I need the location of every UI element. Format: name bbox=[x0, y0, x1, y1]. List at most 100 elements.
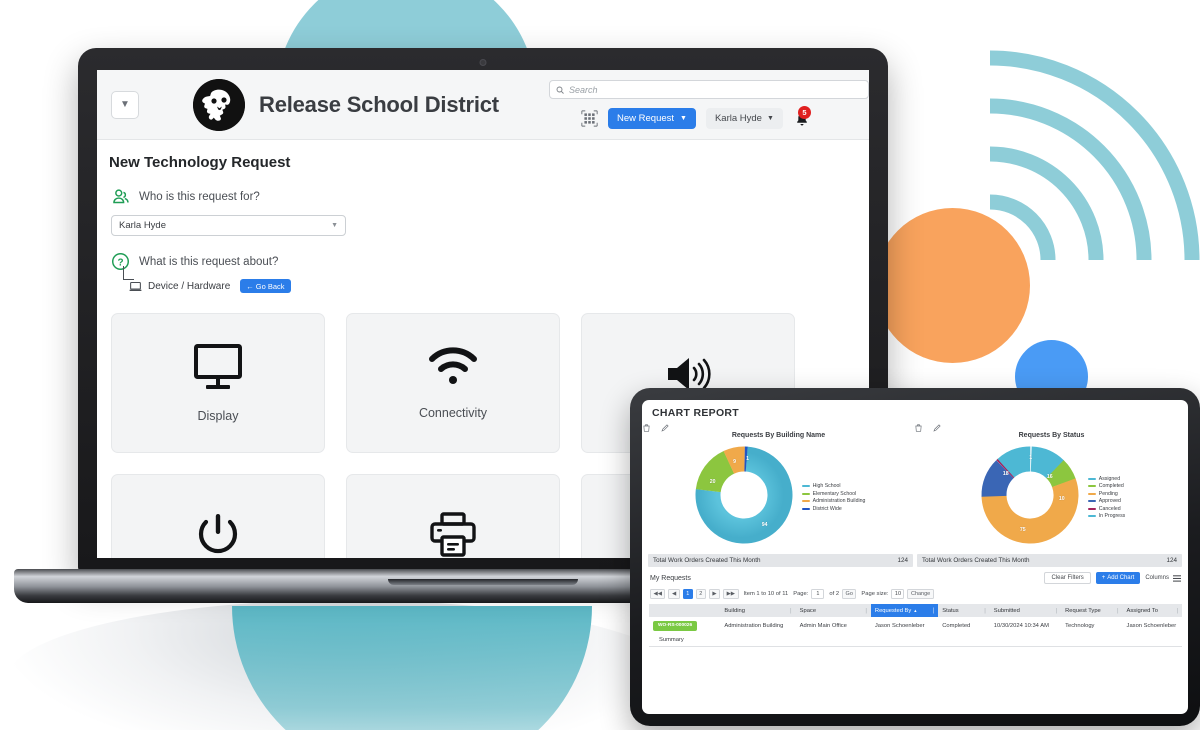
legend-label: District Wide bbox=[812, 505, 842, 512]
header-label: Status bbox=[942, 607, 959, 614]
question-who-label: Who is this request for? bbox=[139, 190, 260, 203]
page-prev-button[interactable]: ◀ bbox=[668, 589, 680, 599]
chart-panel-building: Requests By Building Name 94 20 9 1 High… bbox=[642, 419, 915, 552]
donut-label: 75 bbox=[1019, 527, 1026, 533]
table-header-assigned-to[interactable]: Assigned To | bbox=[1123, 608, 1182, 614]
donut-row-building: 94 20 9 1 High School Elementary School … bbox=[642, 443, 915, 552]
legend-swatch bbox=[1087, 492, 1096, 495]
my-requests-actions: Clear Filters + Add Chart Columns bbox=[1044, 572, 1181, 584]
legend-item[interactable]: Administration Building bbox=[801, 498, 865, 504]
legend-item[interactable]: Assigned bbox=[1087, 476, 1126, 482]
tile-printer[interactable] bbox=[346, 474, 560, 558]
pencil-icon[interactable] bbox=[661, 424, 669, 432]
tile-power[interactable] bbox=[111, 474, 325, 558]
clear-filters-button[interactable]: Clear Filters bbox=[1044, 572, 1091, 584]
page-2-button[interactable]: 2 bbox=[695, 589, 706, 599]
trash-icon[interactable] bbox=[915, 424, 922, 432]
laptop-icon bbox=[129, 281, 142, 291]
add-chart-button[interactable]: + Add Chart bbox=[1095, 572, 1141, 584]
question-about-label: What is this request about? bbox=[139, 255, 279, 268]
column-divider-icon: | bbox=[984, 607, 986, 614]
chart-panels: Requests By Building Name 94 20 9 1 High… bbox=[642, 419, 1188, 552]
table-header-requested-by[interactable]: Requested By ▲ | bbox=[870, 604, 939, 617]
tile-display[interactable]: Display bbox=[111, 313, 325, 453]
legend-item[interactable]: Pending bbox=[1087, 491, 1126, 497]
total-value: 124 bbox=[897, 557, 908, 564]
legend-label: Canceled bbox=[1098, 505, 1121, 512]
columns-button[interactable]: Columns bbox=[1145, 574, 1181, 582]
notification-badge: 5 bbox=[797, 105, 811, 119]
tile-label: Display bbox=[197, 409, 239, 423]
legend-item[interactable]: High School bbox=[801, 483, 866, 489]
laptop-camera-icon bbox=[479, 59, 487, 66]
legend-item[interactable]: Approved bbox=[1087, 498, 1126, 504]
page-1-button[interactable]: 1 bbox=[682, 589, 693, 599]
my-requests-title: My Requests bbox=[650, 574, 691, 582]
chart-report-title: CHART REPORT bbox=[652, 407, 740, 419]
table-header-row: Building | Space | Requested By ▲ | Stat… bbox=[649, 604, 1182, 617]
columns-label: Columns bbox=[1145, 575, 1169, 581]
screenshot-stage: ▼ Release School District Search New Req… bbox=[0, 0, 1200, 730]
total-value: 124 bbox=[1166, 557, 1177, 564]
wifi-icon bbox=[429, 347, 477, 384]
pencil-icon[interactable] bbox=[933, 424, 941, 432]
monitor-icon bbox=[194, 344, 242, 389]
legend-item[interactable]: Completed bbox=[1087, 483, 1126, 489]
power-icon bbox=[198, 514, 238, 554]
chart-title-status: Requests By Status bbox=[1018, 432, 1085, 439]
status-cell: Completed bbox=[942, 622, 971, 629]
page-number-input[interactable]: 1 bbox=[811, 589, 825, 599]
tile-connectivity[interactable]: Connectivity bbox=[346, 313, 560, 453]
search-input[interactable]: Search bbox=[549, 80, 869, 99]
tablet-device: CHART REPORT Requests By Building Name 9… bbox=[630, 388, 1200, 726]
page-first-button[interactable]: ◀◀ bbox=[650, 589, 666, 599]
go-button[interactable]: Go bbox=[842, 589, 857, 599]
table-header-request-type[interactable]: Request Type | bbox=[1061, 608, 1122, 614]
trash-icon[interactable] bbox=[643, 424, 650, 432]
legend-swatch bbox=[1087, 485, 1096, 488]
donut-chart-status[interactable]: 16 10 75 18 1 bbox=[978, 443, 1082, 552]
assigned-to-cell: Jason Schoenleber bbox=[1126, 622, 1177, 629]
notifications-button[interactable]: 5 bbox=[793, 105, 813, 129]
table-header-status[interactable]: Status | bbox=[938, 608, 990, 614]
people-icon bbox=[113, 189, 129, 204]
breadcrumb: Device / Hardware ← Go Back bbox=[97, 266, 869, 293]
submitted-cell: 10/30/2024 10:34 AM bbox=[993, 622, 1049, 629]
page-size-input[interactable]: 10 bbox=[891, 589, 905, 599]
brand-name: Release School District bbox=[259, 91, 499, 117]
legend-item[interactable]: Canceled bbox=[1087, 505, 1126, 512]
decor-teal-half-circle bbox=[232, 606, 592, 730]
page-size-label: Page size: bbox=[861, 591, 889, 597]
donut-label: 18 bbox=[1002, 471, 1009, 477]
work-order-cell[interactable]: WO-RS-000026 bbox=[649, 620, 720, 631]
chart-title-building: Requests By Building Name bbox=[731, 432, 826, 439]
app-header: ▼ Release School District Search New Req… bbox=[97, 70, 869, 140]
breadcrumb-label: Device / Hardware bbox=[148, 280, 231, 292]
sort-arrow-icon: ▲ bbox=[913, 608, 918, 613]
total-work-orders-1: Total Work Orders Created This Month 124 bbox=[648, 554, 913, 567]
user-menu-button[interactable]: Karla Hyde ▼ bbox=[705, 108, 783, 129]
table-header-submitted[interactable]: Submitted | bbox=[990, 608, 1061, 614]
page-title: New Technology Request bbox=[109, 154, 291, 171]
legend-item[interactable]: Elementary School bbox=[801, 491, 866, 497]
change-button[interactable]: Change bbox=[907, 589, 934, 599]
sidebar-collapse-button[interactable]: ▼ bbox=[111, 90, 139, 119]
table-row[interactable]: WO-RS-000026 Administration Building Adm… bbox=[649, 617, 1182, 634]
page-last-button[interactable]: ▶▶ bbox=[723, 589, 739, 599]
grid-apps-icon[interactable] bbox=[581, 110, 598, 127]
legend-item[interactable]: District Wide bbox=[801, 505, 866, 512]
chart-tools-building bbox=[642, 421, 915, 432]
work-order-badge[interactable]: WO-RS-000026 bbox=[653, 620, 698, 631]
requester-select[interactable]: Karla Hyde ▼ bbox=[111, 215, 346, 236]
chart-tools-status bbox=[915, 421, 1188, 432]
header-label: Building bbox=[724, 607, 745, 614]
go-back-button[interactable]: ← Go Back bbox=[240, 279, 291, 293]
go-back-label: Go Back bbox=[255, 281, 285, 291]
table-header-space[interactable]: Space | bbox=[796, 608, 871, 614]
add-chart-label: Add Chart bbox=[1107, 575, 1135, 581]
donut-chart-building[interactable]: 94 20 9 1 bbox=[692, 443, 796, 552]
page-next-button[interactable]: ▶ bbox=[708, 589, 721, 599]
table-header-building[interactable]: Building | bbox=[720, 608, 795, 614]
new-request-button[interactable]: New Request ▼ bbox=[608, 108, 696, 129]
legend-item[interactable]: In Progress bbox=[1087, 513, 1125, 519]
